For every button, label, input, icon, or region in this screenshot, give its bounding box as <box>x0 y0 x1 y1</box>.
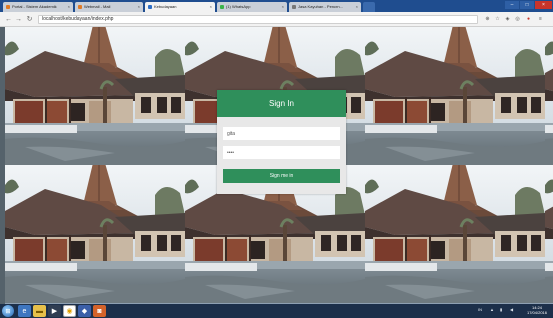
tab-webmail[interactable]: Webmail - Mail × <box>75 2 143 12</box>
extension-icon[interactable]: ◈ <box>504 16 511 23</box>
tab-kebudayaan[interactable]: Kebudayaan × <box>145 2 215 12</box>
folder-taskbar-icon[interactable]: ▬ <box>33 305 46 317</box>
close-tab-icon[interactable]: × <box>282 2 284 12</box>
menu-icon[interactable]: ≡ <box>537 16 544 23</box>
username-field[interactable] <box>223 127 340 140</box>
back-arrow-icon[interactable]: ← <box>4 15 13 24</box>
whatsapp-favicon-icon <box>220 5 224 9</box>
background-photo <box>0 27 5 304</box>
sign-in-button[interactable]: Sign me in <box>223 169 340 183</box>
screen: Portal - Sistem Akademik × Webmail - Mai… <box>0 0 553 318</box>
start-button[interactable]: ⊞ <box>2 305 14 317</box>
extension-icon[interactable]: ◎ <box>514 16 521 23</box>
forward-arrow-icon[interactable]: → <box>14 15 23 24</box>
background-photo <box>365 165 545 303</box>
url-text: localhost/kebudayaan/index.php <box>42 16 114 22</box>
close-tab-icon[interactable]: × <box>210 2 212 12</box>
browser-tab-strip: Portal - Sistem Akademik × Webmail - Mai… <box>0 0 553 12</box>
ie-taskbar-icon[interactable]: e <box>18 305 31 317</box>
login-title: Sign In <box>217 90 346 117</box>
maximize-button[interactable]: □ <box>520 1 534 9</box>
page-favicon-icon <box>292 5 296 9</box>
kebudayaan-favicon-icon <box>148 5 152 9</box>
password-field[interactable] <box>223 146 340 159</box>
close-window-button[interactable]: × <box>535 1 552 9</box>
app-taskbar-icon[interactable]: ◆ <box>78 305 91 317</box>
close-tab-icon[interactable]: × <box>356 2 358 12</box>
login-card: Sign In Sign me in <box>217 90 346 194</box>
background-photo <box>365 27 545 165</box>
page-action-icon[interactable]: ⊕ <box>484 16 491 23</box>
webmail-favicon-icon <box>78 5 82 9</box>
background-photo <box>5 27 185 165</box>
network-icon[interactable]: ▮ <box>500 307 502 312</box>
bookmark-star-icon[interactable]: ☆ <box>494 16 501 23</box>
language-indicator-icon[interactable]: IN <box>478 307 482 312</box>
close-tab-icon[interactable]: × <box>138 2 140 12</box>
browser-toolbar: ← → ↻ localhost/kebudayaan/index.php ⊕ ☆… <box>0 12 553 27</box>
app-taskbar-icon[interactable]: ◙ <box>93 305 106 317</box>
tray-arrow-icon[interactable]: ▲ <box>490 307 494 312</box>
tab-portal[interactable]: Portal - Sistem Akademik × <box>3 2 73 12</box>
windows-taskbar: ⊞ e ▬ ▶ ◉ ◆ ◙ IN ▲ ▮ ◀ 14:24 17/04/2016 <box>0 304 553 318</box>
close-tab-icon[interactable]: × <box>68 2 70 12</box>
clock-date: 17/04/2016 <box>526 310 547 315</box>
reload-icon[interactable]: ↻ <box>25 15 34 24</box>
tab-whatsapp[interactable]: (1) WhatsApp × <box>217 2 287 12</box>
tab-jasa-kayuhan[interactable]: Jasa Kayuhan - Pencrn... × <box>289 2 361 12</box>
minimize-button[interactable]: – <box>505 1 519 9</box>
background-photo <box>545 27 553 165</box>
new-tab-button[interactable] <box>363 2 375 12</box>
page-content: Sign In Sign me in <box>0 27 553 304</box>
taskbar-clock[interactable]: 14:24 17/04/2016 <box>527 305 547 315</box>
volume-icon[interactable]: ◀ <box>510 307 513 312</box>
chrome-taskbar-icon[interactable]: ◉ <box>63 305 76 317</box>
portal-favicon-icon <box>6 5 10 9</box>
address-bar[interactable]: localhost/kebudayaan/index.php <box>38 15 478 24</box>
background-photo <box>545 165 553 303</box>
windows-logo-icon: ⊞ <box>5 308 11 315</box>
extension-icon[interactable]: ● <box>525 16 532 23</box>
background-photo <box>5 165 185 303</box>
media-taskbar-icon[interactable]: ▶ <box>48 305 61 317</box>
